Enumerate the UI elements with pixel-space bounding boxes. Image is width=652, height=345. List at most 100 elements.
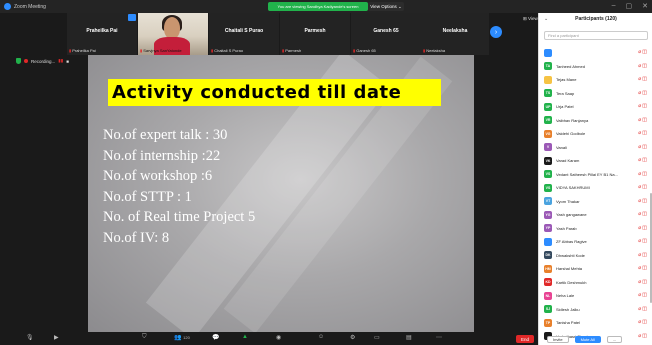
recording-label: Recording... bbox=[31, 58, 56, 64]
minimize-icon[interactable]: – bbox=[612, 2, 616, 10]
participant-avatar: TS bbox=[544, 89, 552, 98]
participant-row[interactable]: NL Neha Lale ⌀◫ bbox=[544, 289, 650, 303]
whiteboard-icon[interactable]: ▭ bbox=[374, 334, 380, 341]
participant-row[interactable]: TA Tanheed Ahmed ⌀◫ bbox=[544, 60, 650, 74]
participant-list: ⌀◫ TA Tanheed Ahmed ⌀◫ Tejas Mane ⌀◫ TS Tera Sa… bbox=[544, 46, 650, 343]
view-button[interactable]: ⊞ View bbox=[523, 16, 538, 22]
participant-muted-icons: ⌀◫ bbox=[638, 49, 648, 55]
maximize-icon[interactable]: ▢ bbox=[626, 2, 633, 10]
participant-row[interactable]: HM Harshal Mehta ⌀◫ bbox=[544, 262, 650, 276]
view-options-button[interactable]: View Options ⌄ bbox=[368, 2, 404, 11]
slide-line: No.of workshop :6 bbox=[103, 168, 213, 184]
participants-button[interactable]: 👥 120 bbox=[174, 334, 190, 341]
participant-avatar: UP bbox=[544, 102, 552, 111]
thumbnail-name: Praheilka Pai bbox=[86, 28, 118, 34]
thumbnail-name: Neelaksha bbox=[442, 28, 468, 34]
participant-muted-icons: ⌀◫ bbox=[638, 117, 648, 123]
slide-line: No.of internship :22 bbox=[103, 147, 221, 164]
participant-muted-icons: ⌀◫ bbox=[638, 184, 648, 190]
window-controls: – ▢ ✕ bbox=[612, 2, 648, 10]
participant-row[interactable]: VR Vaibhav Ranjanya ⌀◫ bbox=[544, 114, 650, 128]
pause-recording-icon[interactable]: ▮▮ bbox=[58, 58, 63, 64]
chat-icon[interactable]: 💬 bbox=[212, 334, 219, 341]
share-screen-icon[interactable]: ▲ bbox=[242, 334, 248, 340]
participant-avatar: VR bbox=[544, 116, 552, 125]
participant-row[interactable]: V Vanali ⌀◫ bbox=[544, 141, 650, 155]
participant-row[interactable]: ⌀◫ bbox=[544, 46, 650, 60]
participant-muted-icons: ⌀◫ bbox=[638, 90, 648, 96]
participant-avatar bbox=[544, 48, 552, 57]
participant-muted-icons: ⌀◫ bbox=[638, 238, 648, 244]
security-icon[interactable]: ⛉ bbox=[142, 334, 147, 341]
mute-icon[interactable]: 🎙 bbox=[26, 334, 34, 341]
participant-name: Tanheed Ahmed bbox=[556, 63, 585, 69]
thumbnail-chaitali[interactable]: Chaitali S Purao ▮ Chaitali S Purao bbox=[209, 13, 279, 55]
slide-line: No. of Real time Project 5 bbox=[103, 209, 256, 225]
participant-name: Vanali bbox=[556, 144, 567, 150]
participant-name: Dhwakshti Kode bbox=[556, 252, 585, 258]
participant-avatar: SJ bbox=[544, 305, 552, 314]
more-options-button[interactable]: ... bbox=[606, 336, 623, 343]
participant-row[interactable]: TS Tera Saap ⌀◫ bbox=[544, 87, 650, 101]
thumbnail-parmesh[interactable]: Parmesh ▮ Parmesh bbox=[280, 13, 350, 55]
video-off-icon: ◫ bbox=[642, 319, 648, 325]
slide-bullet-list: No.of expert talk : 30 No.of internship … bbox=[103, 125, 255, 248]
participant-search-input[interactable]: Find a participant bbox=[544, 31, 648, 40]
participant-name: Kartik Deshmukh bbox=[556, 279, 587, 285]
participant-row[interactable]: ZF Abbas Ragive ⌀◫ bbox=[544, 235, 650, 249]
app-title: Zoom Meeting bbox=[4, 3, 46, 10]
thumbnail-label: ▮ Chaitali S Purao bbox=[211, 48, 244, 53]
participant-row[interactable]: YG Yash gangawane ⌀◫ bbox=[544, 208, 650, 222]
participant-row[interactable]: UP Urja Patel ⌀◫ bbox=[544, 100, 650, 114]
participant-row[interactable]: DK Dhwakshti Kode ⌀◫ bbox=[544, 249, 650, 263]
participant-row[interactable]: VT Vyom Thakar ⌀◫ bbox=[544, 195, 650, 209]
participant-avatar: HM bbox=[544, 264, 552, 273]
participant-row[interactable]: SJ Sidlesh Jalku ⌀◫ bbox=[544, 303, 650, 317]
participant-row[interactable]: Tejas Mane ⌀◫ bbox=[544, 73, 650, 87]
video-off-icon: ◫ bbox=[642, 116, 648, 123]
participant-row[interactable]: VG Vaidehi Godbole ⌀◫ bbox=[544, 127, 650, 141]
video-off-icon: ◫ bbox=[642, 170, 648, 177]
thumbnail-camera[interactable]: ▮ Sarvjnya SanYatonde bbox=[138, 13, 208, 55]
video-thumbnails-strip: Praheilka Pai ▮ Praheilka Pai ▮ Sarvjnya S… bbox=[0, 13, 538, 55]
participant-row[interactable]: VK Varad Karam ⌀◫ bbox=[544, 154, 650, 168]
video-off-icon: ◫ bbox=[642, 265, 648, 271]
notes-icon[interactable]: ▤ bbox=[406, 334, 412, 341]
participant-row[interactable]: YP Yash Parab ⌀◫ bbox=[544, 222, 650, 236]
participant-muted-icons: ⌀◫ bbox=[638, 130, 648, 136]
participant-row[interactable]: KD Kartik Deshmukh ⌀◫ bbox=[544, 276, 650, 290]
mute-all-button[interactable]: Mute All bbox=[574, 336, 601, 343]
video-off-icon: ◫ bbox=[642, 62, 648, 69]
mic-muted-icon: ▮ bbox=[423, 48, 426, 53]
participant-avatar: DK bbox=[544, 251, 552, 260]
participant-name: Neha Lale bbox=[556, 293, 575, 299]
video-off-icon: ◫ bbox=[642, 76, 648, 82]
thumbnail-ganesh[interactable]: Ganesh 65 ▮ Ganesh 65 bbox=[351, 13, 421, 55]
mic-muted-icon: ▮ bbox=[69, 48, 72, 53]
stop-recording-icon[interactable]: ■ bbox=[66, 59, 69, 64]
more-icon[interactable]: ⋯ bbox=[436, 334, 442, 341]
participant-name: Vaibhav Ranjanya bbox=[556, 117, 589, 123]
video-off-icon: ◫ bbox=[642, 292, 648, 298]
participant-row[interactable]: VS Vedant Satheesh Pillai EY B1 Na... ⌀◫ bbox=[544, 168, 650, 182]
invite-button[interactable]: Invite bbox=[547, 336, 569, 343]
thumbnail-label: ▮ Neelaksha bbox=[423, 48, 446, 53]
thumbnail-praheilka[interactable]: Praheilka Pai ▮ Praheilka Pai bbox=[67, 13, 137, 55]
mic-muted-icon: ▮ bbox=[353, 48, 356, 53]
reactions-icon[interactable]: ☺ bbox=[318, 334, 324, 340]
video-icon[interactable]: ▶ bbox=[54, 334, 59, 341]
recording-indicator[interactable]: Recording... ▮▮ ■ bbox=[16, 57, 69, 65]
next-page-icon[interactable]: › bbox=[490, 26, 502, 38]
apps-icon[interactable]: ⚙ bbox=[350, 334, 355, 341]
participant-row[interactable]: TP Tanisha Patel ⌀◫ bbox=[544, 316, 650, 330]
participant-muted-icons: ⌀◫ bbox=[638, 306, 648, 312]
thumbnail-neelaksha[interactable]: Neelaksha ▮ Neelaksha bbox=[421, 13, 489, 55]
person-face bbox=[164, 17, 180, 39]
participant-row[interactable]: VS VIDYA SAKHRUMI ⌀◫ bbox=[544, 181, 650, 195]
end-meeting-button[interactable]: End bbox=[516, 335, 534, 343]
record-icon[interactable]: ◉ bbox=[276, 334, 281, 341]
close-icon[interactable]: ✕ bbox=[642, 2, 648, 10]
zoom-logo-icon bbox=[4, 3, 11, 10]
participants-title: Participants (120) bbox=[575, 16, 617, 22]
participant-avatar: KD bbox=[544, 278, 552, 287]
